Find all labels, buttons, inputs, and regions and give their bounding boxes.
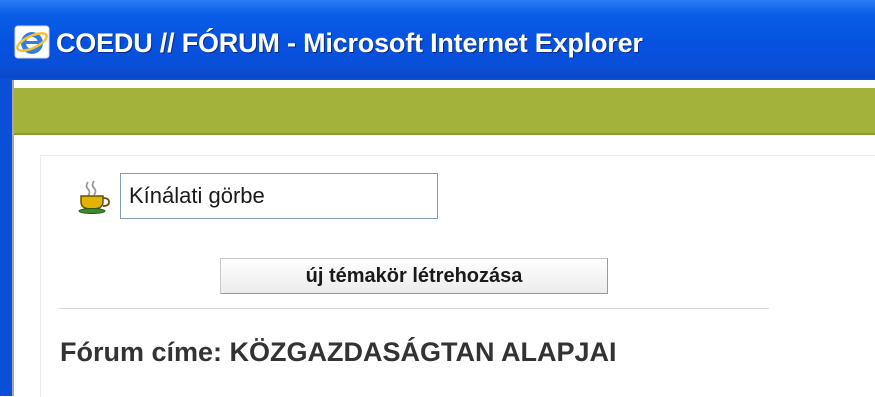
page-header-band bbox=[14, 88, 875, 135]
coffee-cup-icon bbox=[77, 180, 111, 214]
title-bar[interactable]: COEDU // FÓRUM - Microsoft Internet Expl… bbox=[0, 0, 875, 78]
create-topic-button[interactable]: új témakör létrehozása bbox=[220, 258, 608, 294]
topic-name-input[interactable] bbox=[120, 173, 438, 219]
internet-explorer-icon bbox=[14, 25, 50, 59]
forum-title: Fórum címe: KÖZGAZDASÁGTAN ALAPJAI bbox=[60, 337, 617, 367]
window-title: COEDU // FÓRUM - Microsoft Internet Expl… bbox=[56, 28, 643, 58]
divider bbox=[59, 308, 769, 309]
forum-panel: új témakör létrehozása Fórum címe: KÖZGA… bbox=[40, 155, 875, 397]
browser-window: COEDU // FÓRUM - Microsoft Internet Expl… bbox=[0, 0, 875, 397]
browser-client-area: új témakör létrehozása Fórum címe: KÖZGA… bbox=[12, 80, 875, 397]
